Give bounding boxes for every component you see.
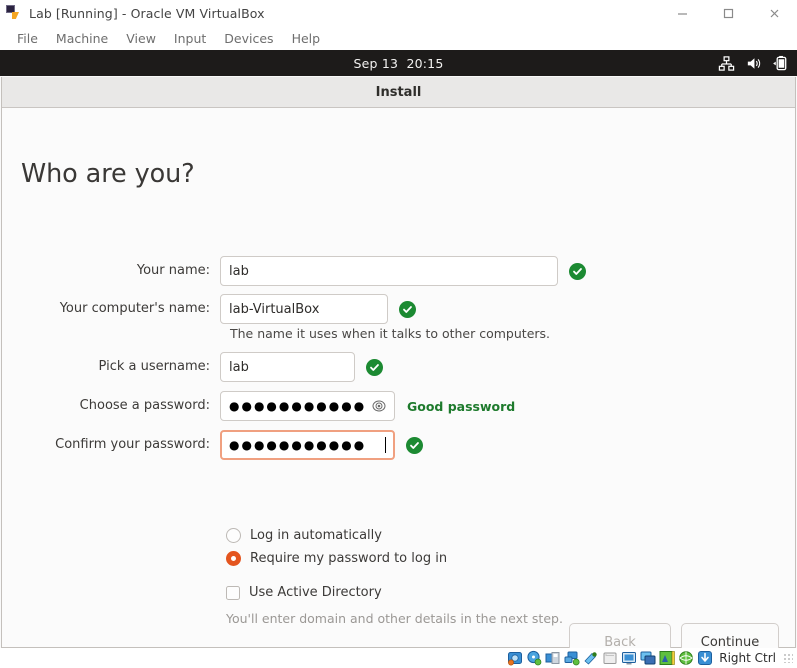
optical-disk-icon[interactable] [526, 650, 542, 666]
installer-content: Who are you? Your name: lab Your compute… [2, 108, 797, 648]
menu-machine[interactable]: Machine [47, 29, 117, 48]
resize-grip[interactable] [783, 653, 793, 663]
radio-require-password[interactable] [226, 551, 241, 566]
menu-view[interactable]: View [117, 29, 165, 48]
usb-icon[interactable] [583, 650, 599, 666]
installer-titlebar: Install [2, 77, 795, 108]
volume-icon[interactable] [745, 55, 762, 72]
menu-help[interactable]: Help [283, 29, 330, 48]
option-label: Require my password to log in [250, 551, 448, 566]
remote-display-icon[interactable] [640, 650, 656, 666]
checkbox-active-directory[interactable] [226, 585, 240, 600]
computer-name-hint: The name it uses when it talks to other … [230, 326, 551, 341]
field-row-your-name: Your name: lab [2, 256, 797, 286]
label-your-name: Your name: [136, 263, 210, 278]
label-computer-name: Your computer's name: [59, 301, 210, 316]
page-title: Who are you? [21, 159, 195, 189]
installer-window-title: Install [375, 84, 422, 100]
password-strength-label: Good password [407, 398, 516, 414]
close-icon[interactable] [751, 0, 797, 26]
username-input[interactable]: lab [220, 352, 355, 382]
hard-disk-icon[interactable] [507, 650, 523, 666]
maximize-icon[interactable] [705, 0, 751, 26]
your-name-input[interactable]: lab [220, 256, 558, 286]
keyboard-icon[interactable] [697, 650, 713, 666]
virtualbox-window: Lab [Running] - Oracle VM VirtualBox Fil… [0, 0, 797, 668]
confirm-password-input[interactable]: ●●●●●●●●●●● [220, 430, 395, 460]
field-row-choose-password: Choose a password: ●●●●●●●●●●● Good pass… [2, 391, 797, 421]
password-mask: ●●●●●●●●●●● [229, 438, 367, 452]
display-icon[interactable] [621, 650, 637, 666]
password-mask: ●●●●●●●●●●● [229, 399, 367, 413]
menu-input[interactable]: Input [165, 29, 215, 48]
label-username: Pick a username: [98, 359, 210, 374]
field-row-computer-name: Your computer's name: lab-VirtualBox [2, 294, 797, 324]
network-icon[interactable] [564, 650, 580, 666]
option-label: Use Active Directory [249, 585, 382, 600]
option-log-in-automatically[interactable]: Log in automatically [2, 524, 797, 547]
back-button[interactable]: Back [569, 623, 671, 648]
battery-icon[interactable] [772, 55, 789, 72]
ubuntu-top-panel: Sep 13 20:15 [0, 50, 797, 76]
field-row-username: Pick a username: lab [2, 352, 797, 382]
eye-icon[interactable] [372, 399, 386, 413]
virtualbox-statusbar: Right Ctrl [0, 648, 797, 668]
network-icon[interactable] [718, 55, 735, 72]
choose-password-input[interactable]: ●●●●●●●●●●● [220, 391, 395, 421]
minimize-icon[interactable] [659, 0, 705, 26]
text-cursor [385, 437, 386, 453]
option-require-password[interactable]: Require my password to log in [2, 547, 797, 570]
menubar: File Machine View Input Devices Help [0, 26, 797, 50]
window-titlebar: Lab [Running] - Oracle VM VirtualBox [0, 0, 797, 26]
menu-file[interactable]: File [8, 29, 47, 48]
window-controls [659, 0, 797, 26]
label-choose-password: Choose a password: [79, 398, 210, 413]
login-options: Log in automatically Require my password… [2, 524, 797, 629]
installer-window: Install Who are you? Your name: lab Your… [1, 77, 796, 648]
check-circle-icon [406, 436, 423, 454]
mouse-integration-icon[interactable] [678, 650, 694, 666]
host-key-label: Right Ctrl [719, 651, 776, 665]
guest-screen: Sep 13 20:15 Install Who are you? Your n… [0, 50, 797, 648]
panel-clock[interactable]: Sep 13 20:15 [353, 56, 443, 71]
field-row-confirm-password: Confirm your password: ●●●●●●●●●●● [2, 430, 797, 460]
check-circle-icon [569, 262, 586, 280]
check-circle-icon [366, 358, 383, 376]
computer-name-input[interactable]: lab-VirtualBox [220, 294, 388, 324]
menu-devices[interactable]: Devices [215, 29, 282, 48]
label-confirm-password: Confirm your password: [55, 437, 210, 452]
option-use-active-directory[interactable]: Use Active Directory [2, 581, 797, 604]
floppy-disk-icon[interactable] [545, 650, 561, 666]
panel-indicators [718, 50, 789, 76]
installer-footer: Back Continue [2, 623, 797, 648]
shared-folder-icon[interactable] [602, 650, 618, 666]
radio-log-in-automatically[interactable] [226, 528, 241, 543]
continue-button[interactable]: Continue [681, 623, 779, 648]
window-title: Lab [Running] - Oracle VM VirtualBox [29, 5, 265, 21]
virtualbox-icon [6, 5, 22, 21]
option-label: Log in automatically [250, 528, 382, 543]
recording-icon[interactable] [659, 650, 676, 666]
check-circle-icon [399, 300, 416, 318]
user-setup-form: Your name: lab Your computer's name: lab… [2, 256, 797, 460]
